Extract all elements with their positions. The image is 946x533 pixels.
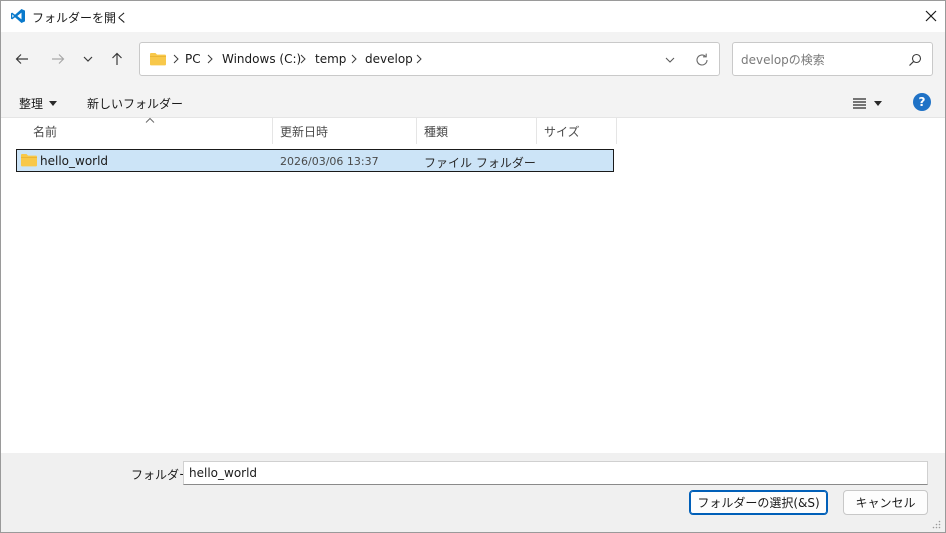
address-bar[interactable]: PC Windows (C:) temp develop bbox=[139, 42, 720, 76]
details-view-icon bbox=[853, 97, 866, 109]
file-modified: 2026/03/06 13:37 bbox=[280, 155, 379, 168]
file-name: hello_world bbox=[40, 154, 109, 168]
chevron-right-icon bbox=[207, 54, 213, 64]
file-type: ファイル フォルダー bbox=[424, 156, 536, 170]
file-list: hello_world 2026/03/06 13:37 ファイル フォルダー bbox=[1, 144, 945, 453]
folder-icon bbox=[21, 154, 37, 167]
vscode-logo-icon bbox=[11, 9, 25, 23]
address-history-chevron-icon[interactable] bbox=[662, 52, 678, 68]
close-icon bbox=[925, 10, 937, 22]
up-arrow-icon bbox=[112, 52, 122, 65]
select-folder-button[interactable]: フォルダーの選択(&S) bbox=[689, 490, 828, 515]
column-header-size[interactable]: サイズ bbox=[537, 118, 617, 144]
chevron-right-icon bbox=[300, 54, 306, 64]
caret-down-icon bbox=[874, 100, 882, 106]
chevron-right-icon bbox=[173, 54, 179, 64]
help-button[interactable]: ? bbox=[913, 93, 931, 111]
command-bar: 整理 新しいフォルダー ? bbox=[1, 87, 945, 118]
search-icon[interactable] bbox=[907, 52, 923, 68]
column-name-label: 名前 bbox=[33, 124, 58, 139]
back-button[interactable] bbox=[11, 47, 33, 71]
column-type-label: 種類 bbox=[424, 124, 449, 139]
folder-icon bbox=[150, 53, 166, 66]
up-button[interactable] bbox=[106, 47, 128, 71]
organize-label: 整理 bbox=[19, 96, 44, 111]
column-header-name[interactable]: 名前 bbox=[26, 118, 273, 144]
recent-locations-button[interactable] bbox=[77, 47, 99, 71]
dialog-title: フォルダーを開く bbox=[32, 11, 129, 25]
chevron-right-icon bbox=[416, 54, 422, 64]
breadcrumb-develop[interactable]: develop bbox=[365, 52, 413, 66]
organize-menu-button[interactable]: 整理 bbox=[13, 92, 63, 114]
close-button[interactable] bbox=[919, 5, 943, 27]
folder-name-input[interactable] bbox=[183, 461, 928, 485]
footer-panel: フォルダー: フォルダーの選択(&S) キャンセル bbox=[1, 453, 945, 532]
resize-grip-icon[interactable] bbox=[931, 519, 941, 529]
back-arrow-icon bbox=[15, 54, 28, 64]
refresh-icon[interactable] bbox=[693, 51, 711, 69]
chevron-down-icon bbox=[83, 56, 93, 62]
caret-down-icon bbox=[49, 100, 58, 106]
column-modified-label: 更新日時 bbox=[280, 124, 329, 139]
navigation-bar: PC Windows (C:) temp develop bbox=[1, 32, 945, 87]
search-input[interactable] bbox=[741, 51, 901, 69]
new-folder-button[interactable]: 新しいフォルダー bbox=[81, 92, 189, 114]
new-folder-label: 新しいフォルダー bbox=[87, 96, 184, 111]
column-headers: 名前 更新日時 種類 サイズ bbox=[1, 117, 945, 144]
open-folder-dialog: フォルダーを開く PC Windows (C:) temp develop de… bbox=[0, 0, 946, 533]
column-size-label: サイズ bbox=[544, 124, 580, 139]
view-options-button[interactable] bbox=[847, 92, 893, 114]
forward-button[interactable] bbox=[47, 47, 69, 71]
forward-arrow-icon bbox=[52, 54, 65, 64]
chevron-right-icon bbox=[351, 54, 357, 64]
breadcrumb-pc[interactable]: PC bbox=[185, 52, 201, 66]
column-header-type[interactable]: 種類 bbox=[417, 118, 537, 144]
title-bar: フォルダーを開く bbox=[1, 1, 945, 32]
breadcrumb-drive[interactable]: Windows (C:) bbox=[222, 52, 301, 66]
breadcrumb-temp[interactable]: temp bbox=[315, 52, 346, 66]
search-box bbox=[732, 42, 933, 76]
cancel-button[interactable]: キャンセル bbox=[843, 490, 928, 515]
column-header-modified[interactable]: 更新日時 bbox=[273, 118, 417, 144]
list-item[interactable]: hello_world 2026/03/06 13:37 ファイル フォルダー bbox=[16, 149, 614, 172]
